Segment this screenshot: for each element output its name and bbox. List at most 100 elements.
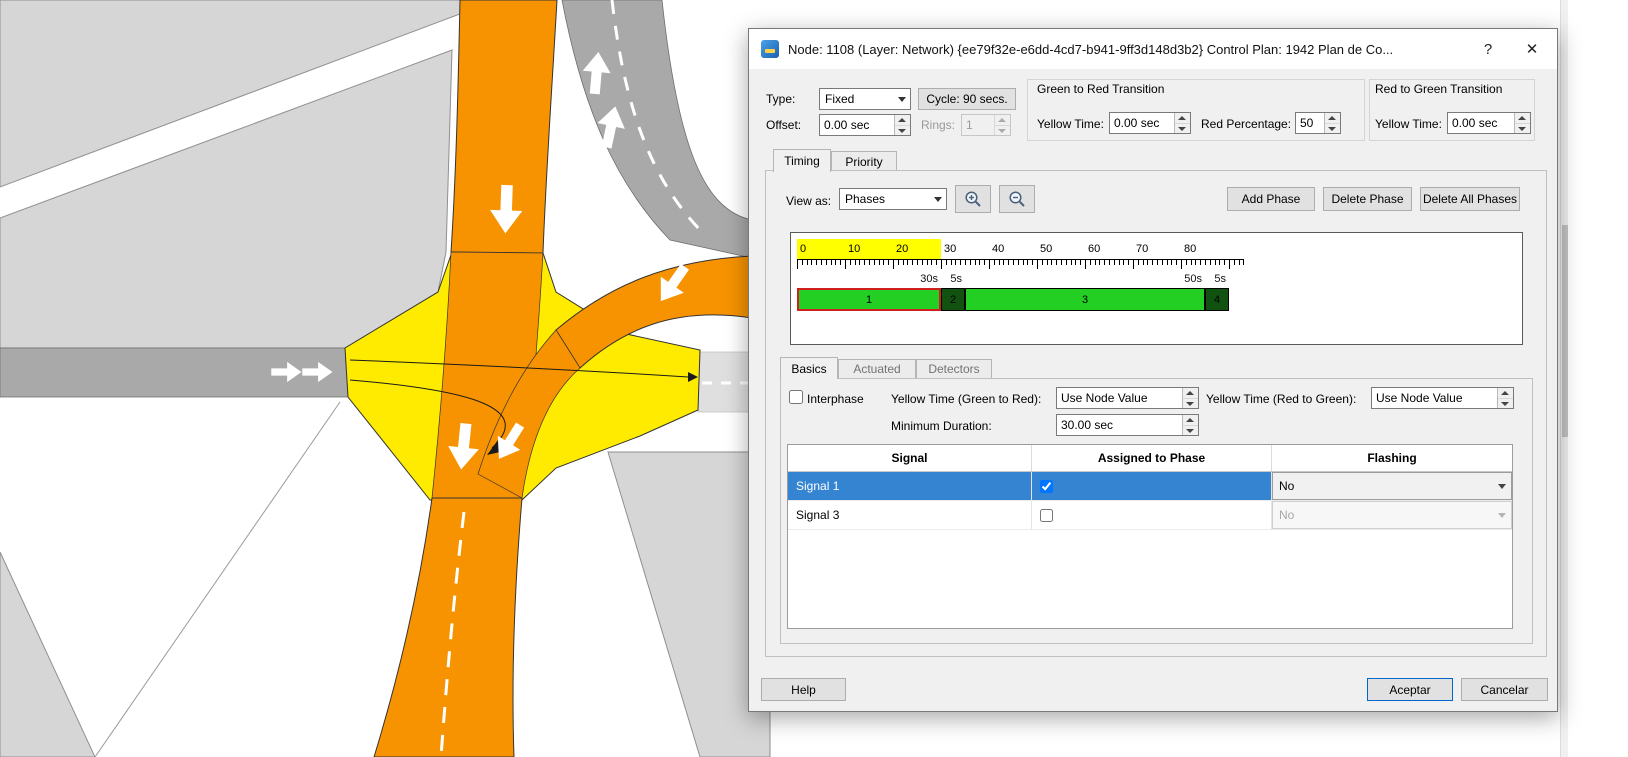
offset-label: Offset: [766,118,801,132]
signal-name-cell[interactable]: Signal 3 [788,501,1032,529]
flashing-cell[interactable]: No [1272,472,1512,500]
flashing-value: No [1273,508,1493,522]
spinner-arrows[interactable] [1182,388,1198,408]
type-value: Fixed [820,90,893,108]
chevron-down-icon [1493,502,1511,528]
r2g-yellow-time-value: 0.00 sec [1448,113,1514,133]
red-to-green-title: Red to Green Transition [1373,82,1504,96]
yellow-time-r2g-label: Yellow Time (Red to Green): [1206,392,1356,406]
tab-detectors[interactable]: Detectors [916,359,992,379]
assigned-checkbox[interactable] [1040,480,1053,493]
phase-duration-label: 50s [1184,273,1202,285]
assigned-checkbox[interactable] [1040,509,1053,522]
yellow-time-g2r-label: Yellow Time (Green to Red): [891,392,1041,406]
zoom-out-button[interactable] [999,185,1035,213]
interphase-checkbox[interactable] [789,390,803,404]
app-icon [761,40,779,58]
phase-block[interactable]: 1 [797,288,941,311]
chevron-down-icon [1493,473,1511,499]
offset-spinner[interactable]: 0.00 sec [819,114,911,136]
phase-block[interactable]: 3 [965,288,1205,311]
rings-spinner: 1 [961,114,1011,136]
r2g-yellow-time-spinner[interactable]: 0.00 sec [1447,112,1531,134]
phase-timeline[interactable]: 01020304050607080 30s5s50s5s 1234 [790,232,1523,345]
table-row[interactable]: Signal 1 No [788,472,1512,501]
vertical-scrollbar[interactable] [1560,0,1568,757]
zoom-in-icon [964,190,982,208]
phase-duration-labels: 30s5s50s5s [791,273,1522,286]
scrollbar-thumb[interactable] [1562,225,1568,437]
spinner-arrows [994,115,1010,135]
phase-bar-row: 1234 [791,288,1522,311]
chevron-down-icon [893,89,910,109]
help-button[interactable]: Help [761,678,846,701]
delete-phase-button[interactable]: Delete Phase [1323,187,1412,211]
flashing-dropdown: No [1272,501,1512,529]
phase-duration-label: 5s [1214,273,1226,285]
signal-name-cell[interactable]: Signal 1 [788,472,1032,500]
rings-label: Rings: [921,118,955,132]
flashing-dropdown[interactable]: No [1272,472,1512,500]
assigned-cell[interactable] [1032,501,1272,529]
yellow-time-r2g-spinner[interactable]: Use Node Value [1371,387,1514,409]
column-header-assigned: Assigned to Phase [1032,445,1272,471]
flashing-cell: No [1272,501,1512,529]
red-percentage-label: Red Percentage: [1201,117,1291,131]
tab-timing[interactable]: Timing [773,149,831,172]
cancel-button[interactable]: Cancelar [1461,678,1548,701]
dialog-titlebar[interactable]: Node: 1108 (Layer: Network) {ee79f32e-e6… [749,29,1557,69]
flashing-value: No [1273,479,1493,493]
spinner-arrows[interactable] [1324,113,1340,133]
zoom-out-icon [1008,190,1026,208]
phase-duration-label: 30s [920,273,938,285]
assigned-cell[interactable] [1032,472,1272,500]
red-percentage-spinner[interactable]: 50 [1295,112,1341,134]
accept-button[interactable]: Aceptar [1367,678,1453,701]
type-label: Type: [766,92,795,106]
g2r-yellow-time-spinner[interactable]: 0.00 sec [1109,112,1191,134]
yellow-time-g2r-spinner[interactable]: Use Node Value [1056,387,1199,409]
node-control-plan-dialog: Node: 1108 (Layer: Network) {ee79f32e-e6… [748,28,1558,712]
interphase-label: Interphase [807,392,864,406]
phase-block[interactable]: 2 [941,288,965,311]
tab-basics[interactable]: Basics [780,357,838,379]
table-row[interactable]: Signal 3 No [788,501,1512,530]
cycle-button[interactable]: Cycle: 90 secs. [918,88,1016,110]
g2r-yellow-time-label: Yellow Time: [1037,117,1104,131]
spinner-arrows[interactable] [894,115,910,135]
red-percentage-value: 50 [1296,113,1324,133]
spinner-arrows[interactable] [1182,415,1198,435]
table-header: Signal Assigned to Phase Flashing [788,445,1512,472]
minimum-duration-label: Minimum Duration: [891,419,992,433]
zoom-in-button[interactable] [955,185,991,213]
tab-priority[interactable]: Priority [831,151,897,172]
minimum-duration-value: 30.00 sec [1057,415,1182,435]
yellow-time-r2g-value: Use Node Value [1372,388,1497,408]
dialog-help-button[interactable]: ? [1473,35,1503,63]
phase-block[interactable]: 4 [1205,288,1229,311]
delete-all-phases-button[interactable]: Delete All Phases [1420,187,1520,211]
dialog-close-button[interactable]: ✕ [1517,35,1547,63]
tab-actuated[interactable]: Actuated [838,359,916,379]
dialog-title: Node: 1108 (Layer: Network) {ee79f32e-e6… [788,42,1393,57]
spinner-arrows[interactable] [1497,388,1513,408]
chevron-down-icon [929,189,946,209]
type-dropdown[interactable]: Fixed [819,88,911,110]
add-phase-button[interactable]: Add Phase [1227,187,1315,211]
spinner-arrows[interactable] [1174,113,1190,133]
view-as-label: View as: [786,194,831,208]
timeline-ruler: 01020304050607080 [791,239,1522,271]
view-as-value: Phases [840,190,929,208]
g2r-yellow-time-value: 0.00 sec [1110,113,1174,133]
column-header-signal: Signal [788,445,1032,471]
column-header-flashing: Flashing [1272,445,1512,471]
rings-value: 1 [962,115,994,135]
spinner-arrows[interactable] [1514,113,1530,133]
green-to-red-title: Green to Red Transition [1035,82,1166,96]
signals-table: Signal Assigned to Phase Flashing Signal… [787,444,1513,629]
offset-value: 0.00 sec [820,115,894,135]
r2g-yellow-time-label: Yellow Time: [1375,117,1442,131]
view-as-dropdown[interactable]: Phases [839,188,947,210]
yellow-time-g2r-value: Use Node Value [1057,388,1182,408]
minimum-duration-spinner[interactable]: 30.00 sec [1056,414,1199,436]
